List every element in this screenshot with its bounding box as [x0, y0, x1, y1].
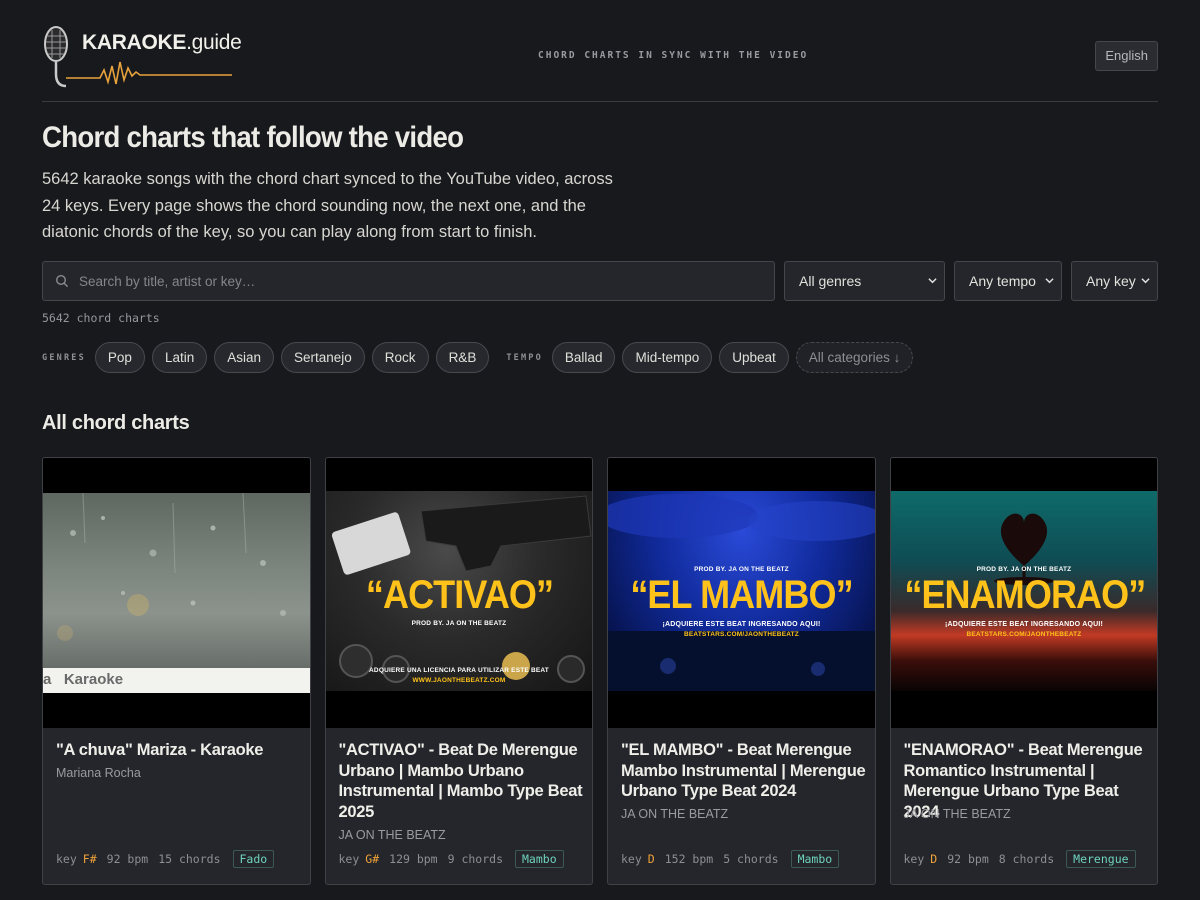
- thumbnail-line-2: WWW.JAONTHEBEATZ.COM: [412, 677, 506, 684]
- all-categories-button[interactable]: All categories ↓: [795, 342, 914, 373]
- result-count: 5642 chord charts: [42, 311, 160, 325]
- bpm-value: 92 bpm: [947, 852, 989, 866]
- chord-count: 9 chords: [447, 852, 503, 866]
- video-thumbnail[interactable]: “ACTIVAO” PROD BY. JA ON THE BEATZ ADQUI…: [325, 458, 593, 728]
- video-thumbnail[interactable]: a Karaoke: [43, 458, 310, 728]
- video-thumbnail[interactable]: “ENAMORAO” PROD BY. JA ON THE BEATZ ¡ADQ…: [890, 458, 1158, 728]
- key-select[interactable]: Any key: [1071, 261, 1158, 301]
- card-title[interactable]: "ACTIVAO" - Beat De Merengue Urbano | Ma…: [339, 740, 584, 823]
- chord-count: 15 chords: [158, 852, 221, 866]
- chip-genre-pop[interactable]: Pop: [94, 342, 145, 373]
- key-label: key: [903, 852, 925, 866]
- tempo-label: TEMPO: [506, 352, 543, 363]
- video-thumbnail[interactable]: “EL MAMBO” PROD BY. JA ON THE BEATZ ¡ADQ…: [608, 458, 875, 728]
- chip-tempo-ballad[interactable]: Ballad: [551, 342, 616, 373]
- chord-count: 8 chords: [998, 852, 1055, 866]
- genre-badge: Fado: [232, 850, 275, 868]
- card-title[interactable]: "A chuva" Mariza - Karaoke: [56, 740, 301, 761]
- logo-wordmark: KARAOKE.guide: [82, 31, 242, 54]
- search-icon: [55, 274, 69, 288]
- section-title: All chord charts: [42, 412, 190, 434]
- thumbnail-line-1: ¡ADQUIERE ESTE BEAT INGRESANDO AQUI!: [662, 621, 821, 628]
- tempo-select-value: Any tempo: [969, 273, 1036, 289]
- key-value: F#: [82, 852, 97, 866]
- chip-genre-rnb[interactable]: R&B: [435, 342, 490, 373]
- key-label: key: [56, 852, 77, 866]
- filter-chips: GENRES Pop Latin Asian Sertanejo Rock R&…: [42, 342, 920, 373]
- card-meta: key G# 129 bpm 9 chords Mambo: [339, 850, 564, 868]
- thumbnail-title-text: “EL MAMBO”: [630, 573, 853, 617]
- genres-label: GENRES: [42, 352, 86, 363]
- search-input[interactable]: [79, 273, 719, 289]
- language-selector-button[interactable]: English: [1095, 41, 1158, 71]
- thumbnail-title-text: “ACTIVAO”: [365, 573, 553, 617]
- page-description: 5642 karaoke songs with the chord chart …: [42, 170, 613, 241]
- key-value: G#: [365, 852, 380, 866]
- thumbnail-line-1: ADQUIERE UNA LICENCIA PARA UTILIZAR ESTE…: [369, 667, 549, 674]
- genre-badge: Mambo: [790, 850, 840, 868]
- thumbnail-prod-text: PROD BY. JA ON THE BEATZ: [411, 620, 507, 627]
- thumbnail-line-2: BEATSTARS.COM/JAONTHEBEATZ: [966, 631, 1082, 638]
- thumbnail-caption: a Karaoke: [43, 671, 124, 688]
- chip-tempo-upbeat[interactable]: Upbeat: [719, 342, 789, 373]
- card-title[interactable]: "EL MAMBO" - Beat Merengue Mambo Instrum…: [621, 740, 866, 802]
- chip-genre-latin[interactable]: Latin: [151, 342, 208, 373]
- site-logo[interactable]: KARAOKE.guide: [42, 22, 242, 88]
- key-value: D: [930, 852, 938, 866]
- search-box[interactable]: [42, 261, 775, 301]
- card-artist: JA ON THE BEATZ: [338, 828, 446, 842]
- genre-badge: Merengue: [1066, 850, 1136, 868]
- chip-genre-asian[interactable]: Asian: [214, 342, 274, 373]
- thumbnail-line-2: BEATSTARS.COM/JAONTHEBEATZ: [684, 631, 799, 638]
- card-meta: key F# 92 bpm 15 chords Fado: [56, 850, 275, 868]
- chevron-down-icon: [1045, 278, 1054, 284]
- chart-grid: a Karaoke "A chuva" Mariza - Karaoke Mar…: [42, 457, 1158, 885]
- thumbnail-line-1: ¡ADQUIERE ESTE BEAT INGRESANDO AQUI!: [944, 621, 1104, 628]
- genre-select-value: All genres: [799, 273, 862, 289]
- rain-window-image: [43, 493, 310, 693]
- chevron-down-icon: [928, 278, 937, 284]
- chart-card[interactable]: “ENAMORAO” PROD BY. JA ON THE BEATZ ¡ADQ…: [889, 457, 1158, 885]
- chevron-down-icon: [1141, 278, 1150, 284]
- page-title: Chord charts that follow the video: [42, 121, 464, 154]
- chart-card[interactable]: “ACTIVAO” PROD BY. JA ON THE BEATZ ADQUI…: [324, 457, 593, 885]
- page: KARAOKE.guide CHORD CHARTS IN SYNC WITH …: [42, 0, 1158, 885]
- card-artist: JA ON THE BEATZ: [621, 807, 729, 821]
- chip-genre-sertanejo[interactable]: Sertanejo: [281, 342, 365, 373]
- site-tagline: CHORD CHARTS IN SYNC WITH THE VIDEO: [538, 50, 809, 61]
- genre-select[interactable]: All genres: [784, 261, 945, 301]
- key-label: key: [621, 852, 642, 866]
- chord-count: 5 chords: [723, 852, 779, 866]
- chip-tempo-mid[interactable]: Mid-tempo: [622, 342, 713, 373]
- bpm-value: 92 bpm: [106, 852, 149, 866]
- thumbnail-prod-text: PROD BY. JA ON THE BEATZ: [694, 566, 789, 573]
- card-meta: key D 152 bpm 5 chords Mambo: [621, 850, 840, 868]
- chart-card[interactable]: “EL MAMBO” PROD BY. JA ON THE BEATZ ¡ADQ…: [607, 457, 876, 885]
- site-header: KARAOKE.guide CHORD CHARTS IN SYNC WITH …: [42, 0, 1158, 102]
- chart-card[interactable]: a Karaoke "A chuva" Mariza - Karaoke Mar…: [42, 457, 311, 885]
- genre-badge: Mambo: [515, 850, 564, 868]
- bpm-value: 152 bpm: [664, 852, 714, 866]
- card-meta: key D 92 bpm 8 chords Merengue: [904, 850, 1136, 868]
- key-select-value: Any key: [1086, 273, 1136, 289]
- key-value: D: [647, 852, 655, 866]
- thumbnail-prod-text: PROD BY. JA ON THE BEATZ: [976, 566, 1072, 573]
- thumbnail-title-text: “ENAMORAO”: [903, 573, 1146, 617]
- card-artist: JA ON THE BEATZ: [903, 807, 1011, 821]
- tempo-select[interactable]: Any tempo: [954, 261, 1062, 301]
- chip-genre-rock[interactable]: Rock: [371, 342, 429, 373]
- key-label: key: [338, 852, 360, 866]
- bpm-value: 129 bpm: [389, 852, 438, 866]
- card-artist: Mariana Rocha: [56, 766, 141, 780]
